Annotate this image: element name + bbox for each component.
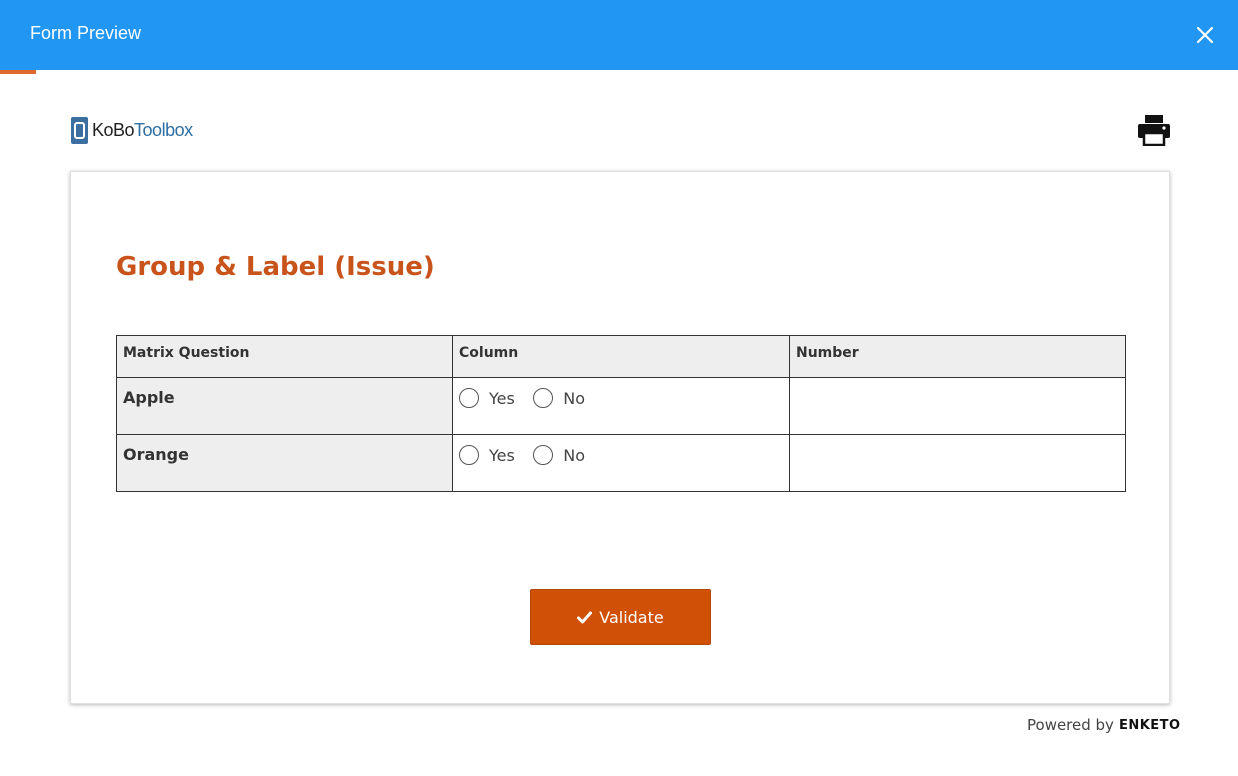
logo-text-kobo: KoBo	[92, 119, 135, 140]
radio-circle[interactable]	[459, 388, 479, 408]
print-icon[interactable]	[1137, 114, 1171, 147]
top-bar: Form Preview	[0, 0, 1238, 70]
enketo-logo[interactable]: ENKETO	[1119, 718, 1181, 733]
powered-by: Powered by ENKETO	[1027, 716, 1181, 734]
progress-indicator	[0, 70, 36, 74]
radio-orange-no[interactable]: No	[533, 445, 585, 465]
column-options-orange: Yes No	[452, 434, 790, 492]
number-cell-apple[interactable]	[789, 377, 1126, 435]
close-icon[interactable]	[1194, 24, 1216, 46]
row-label-apple: Apple	[116, 377, 453, 435]
kobo-logo-icon	[71, 116, 88, 144]
radio-apple-no[interactable]: No	[533, 388, 585, 408]
column-options-apple: Yes No	[452, 377, 790, 435]
table-row: Orange Yes No	[116, 434, 1126, 492]
form-paper: Group & Label (Issue) Matrix Question Co…	[70, 171, 1170, 704]
powered-by-text: Powered by	[1027, 716, 1114, 734]
form-title: Group & Label (Issue)	[116, 252, 435, 282]
matrix-header-row: Matrix Question Column Number	[116, 335, 1126, 378]
logo-text-toolbox: Toolbox	[134, 119, 193, 140]
row-label-orange: Orange	[116, 434, 453, 492]
kobo-logo: KoBoToolbox	[71, 116, 193, 144]
header-matrix-question: Matrix Question	[116, 335, 453, 378]
number-cell-orange[interactable]	[789, 434, 1126, 492]
radio-circle[interactable]	[533, 445, 554, 465]
radio-circle[interactable]	[459, 445, 479, 465]
header-number: Number	[789, 335, 1126, 378]
validate-label: Validate	[599, 607, 664, 627]
radio-circle[interactable]	[533, 388, 554, 408]
radio-orange-yes[interactable]: Yes	[459, 445, 515, 465]
radio-apple-yes[interactable]: Yes	[459, 388, 515, 408]
header-column: Column	[452, 335, 790, 378]
validate-button[interactable]: Validate	[530, 589, 711, 645]
check-icon	[577, 611, 593, 623]
table-row: Apple Yes No	[116, 377, 1126, 435]
modal-title: Form Preview	[30, 23, 142, 43]
matrix-table: Matrix Question Column Number Apple Yes …	[116, 335, 1126, 492]
